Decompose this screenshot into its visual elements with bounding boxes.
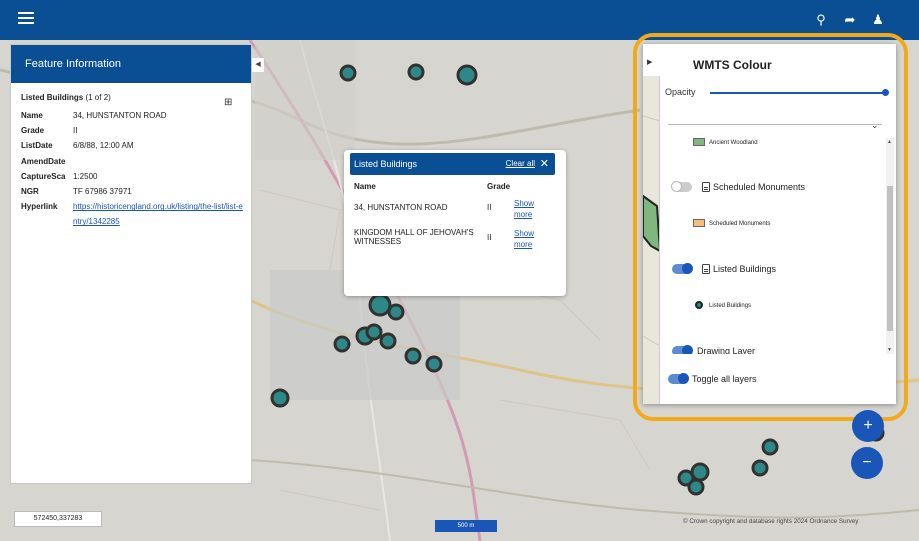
show-more-link-line[interactable]: more [514,239,554,250]
legend-label: Scheduled Monuments [709,221,771,227]
top-app-bar: ⚲ ➦ ♟ [0,0,919,40]
row-name: KINGDOM HALL OF JEHOVAH'S WITNESSES [354,228,474,246]
scrollbar[interactable]: ▲ ▼ [886,138,894,354]
layer-panel-title: WMTS Colour [693,58,772,72]
layer-name-scheduled: Scheduled Monuments [713,182,806,192]
slider-thumb[interactable] [882,89,889,96]
attribute-label: Name [21,111,43,120]
attribute-value: II [73,126,78,136]
table-row: 34, HUNSTANTON ROAD II Show more [354,198,554,220]
show-more-link[interactable]: Show more [514,198,554,220]
attribute-row: Hyperlink https://historicengland.org.uk/… [11,199,251,229]
popup-title: Listed Buildings [354,159,418,169]
layer-name-listed: Listed Buildings [713,264,777,274]
collapse-arrow-icon[interactable]: ▶ [647,58,652,66]
attribute-label: NGR [21,187,39,197]
search-icon[interactable]: ⚲ [813,12,829,28]
attribute-label: AmendDate [21,156,66,166]
attribute-row: Grade II [11,123,251,138]
drawing-layer-toggle[interactable] [672,345,693,354]
zoom-out-button[interactable]: − [851,447,883,479]
share-icon[interactable]: ➦ [842,12,858,28]
legend-label: Listed Buildings [709,303,752,309]
coordinate-readout: 572450,337283 [14,511,102,527]
layer-name-drawing: Drawing Layer [697,346,756,354]
hyperlink-value[interactable]: https://historicengland.org.uk/listing/t… [73,202,243,226]
scroll-up-icon[interactable]: ▲ [887,139,892,145]
export-icon[interactable]: ⊞ [224,97,232,108]
show-more-link-line[interactable]: Show [514,198,554,209]
ancient-woodland-swatch [693,138,705,146]
feature-information-panel: Feature Information Listed Buildings (1 … [10,44,252,484]
user-icon[interactable]: ♟ [870,12,886,28]
show-more-link[interactable]: Show more [514,228,554,250]
attribute-row: CaptureSca 1:2500 [11,169,251,184]
scheduled-monuments-swatch [693,219,705,227]
attribute-value: 1:2500 [73,171,98,181]
toggle-all-layers-switch[interactable] [668,373,689,384]
listed-buildings-point-icon [695,301,703,309]
document-icon [702,264,710,274]
feature-panel-subtitle: Listed Buildings (1 of 2) [11,83,251,108]
map-preview-graphic [643,115,659,346]
layer-select[interactable] [668,124,882,125]
layer-list: Ancient Woodland Scheduled Monuments Sch… [660,136,896,354]
toggle-all-label: Toggle all layers [692,374,757,384]
attribute-label: Hyperlink [21,202,58,212]
map-preview-strip [643,76,660,404]
copyright-notice: © Crown copyright and database rights 20… [683,518,859,525]
attribute-value: 34, HUNSTANTON ROAD [73,111,167,120]
clear-all-link[interactable]: Clear all [506,153,535,175]
scheduled-monuments-toggle[interactable] [671,181,692,192]
attribute-row: Name 34, HUNSTANTON ROAD [11,108,251,123]
opacity-label: Opacity [665,87,696,97]
listed-buildings-toggle[interactable] [672,263,693,274]
attribute-row: AmendDate [11,154,251,169]
attribute-label: Grade [21,126,45,136]
layer-panel-content: Opacity ⌄ Ancient Woodland Scheduled Mon… [660,76,896,404]
zoom-in-button[interactable]: + [852,410,884,442]
scroll-down-icon[interactable]: ▼ [887,347,892,353]
scrollbar-thumb[interactable] [887,186,893,331]
row-grade: II [487,203,492,212]
document-icon [702,182,710,192]
attribute-row: NGR TF 67986 37971 [11,184,251,199]
attribute-label: ListDate [21,141,53,151]
table-row: KINGDOM HALL OF JEHOVAH'S WITNESSES II S… [354,228,554,250]
feature-panel-title: Feature Information [11,45,251,83]
attribute-label: CaptureSca [21,171,66,181]
attribute-value [73,154,243,169]
attribute-value: 6/8/88, 12:00 AM [73,141,134,151]
attribute-value: TF 67986 37971 [73,187,132,197]
show-more-link-line[interactable]: more [514,209,554,220]
legend-label: Ancient Woodland [709,140,758,146]
scale-bar: 500 m [435,520,497,532]
column-header-grade: Grade [487,182,511,191]
layer-name: Listed Buildings [21,93,84,102]
collapse-panel-icon[interactable]: ◀ [252,58,264,72]
feature-count: (1 of 2) [85,93,111,102]
listed-buildings-popup: Listed Buildings Clear all ✕ Name Grade … [344,150,566,296]
table-header: Name Grade [354,182,554,198]
column-header-name: Name [354,182,376,191]
chevron-down-icon[interactable]: ⌄ [871,120,879,131]
layer-panel: ▶ WMTS Colour Opacity ⌄ Ancient Woodland… [643,44,896,404]
popup-header: Listed Buildings Clear all ✕ [350,153,555,175]
show-more-link-line[interactable]: Show [514,228,554,239]
popup-table: Name Grade 34, HUNSTANTON ROAD II Show mo… [354,182,554,250]
attribute-row: ListDate 6/8/88, 12:00 AM [11,138,251,153]
row-grade: II [487,233,492,242]
hamburger-menu-icon[interactable] [18,12,34,26]
opacity-slider[interactable] [710,89,889,96]
close-icon[interactable]: ✕ [540,153,549,175]
row-name: 34, HUNSTANTON ROAD [354,203,448,212]
